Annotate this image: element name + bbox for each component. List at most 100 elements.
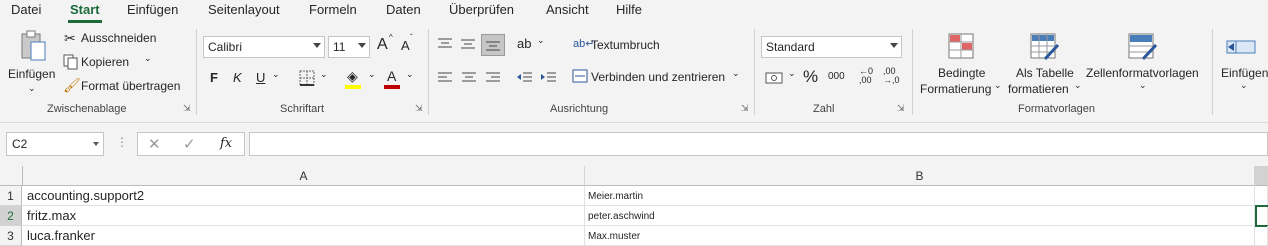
conditional-formatting-label-2: Formatierung [920, 82, 992, 96]
cell-a3[interactable]: luca.franker [22, 226, 585, 246]
column-header-b[interactable]: B [585, 166, 1255, 186]
enter-icon[interactable]: ✓ [183, 135, 196, 153]
font-name-value: Calibri [208, 40, 243, 54]
grow-font-button[interactable]: A [377, 36, 388, 54]
copy-button[interactable]: Kopieren ⌄ [62, 53, 162, 71]
paste-dropdown-icon: ⌄ [28, 83, 36, 93]
cell-c1[interactable] [1255, 186, 1268, 206]
column-header-a[interactable]: A [23, 166, 585, 186]
number-format-select[interactable]: Standard [761, 36, 902, 58]
format-as-table-label-2: formatieren [1008, 82, 1069, 96]
row-header[interactable]: 3 [0, 226, 22, 246]
cell-a1[interactable]: accounting.support2 [22, 186, 585, 206]
merge-center-icon [572, 69, 588, 83]
tab-start[interactable]: Start [70, 2, 100, 17]
paste-label: Einfügen [8, 67, 56, 81]
orientation-icon[interactable]: ab [517, 36, 531, 51]
align-top-icon[interactable] [437, 37, 453, 51]
name-box-value: C2 [12, 137, 28, 151]
increase-decimal-icon[interactable]: ←0,00 [859, 67, 873, 85]
cell-b3[interactable]: Max.muster [585, 226, 1255, 246]
percent-button[interactable]: % [803, 67, 818, 87]
insert-cells-label: Einfügen [1221, 66, 1268, 80]
merge-center-button[interactable]: Verbinden und zentrieren ⌄ [572, 68, 744, 86]
alignment-launcher-icon[interactable]: ⇲ [741, 103, 749, 114]
cell-b1[interactable]: Meier.martin [585, 186, 1255, 206]
borders-icon[interactable] [299, 70, 315, 86]
underline-button[interactable]: U [256, 70, 265, 85]
select-all-corner[interactable] [0, 166, 23, 186]
decrease-indent-icon[interactable] [517, 71, 533, 85]
chevron-down-icon [93, 142, 99, 146]
bold-button[interactable]: F [210, 70, 218, 85]
align-bottom-button[interactable] [481, 34, 505, 56]
column-header-c[interactable] [1255, 166, 1268, 186]
formula-input[interactable] [249, 132, 1268, 156]
font-launcher-icon[interactable]: ⇲ [415, 103, 423, 114]
tab-hilfe[interactable]: Hilfe [616, 2, 642, 17]
tab-ansicht[interactable]: Ansicht [546, 2, 589, 17]
name-box[interactable]: C2 [6, 132, 104, 156]
font-color-bar [384, 85, 400, 89]
tab-datei[interactable]: Datei [11, 2, 41, 17]
fill-color-icon[interactable]: ◈ [347, 68, 358, 85]
cell-b2[interactable]: peter.aschwind [585, 206, 1255, 226]
cancel-icon[interactable]: ✕ [148, 135, 161, 153]
insert-cells-button[interactable]: Einfügen ⌄ [1216, 31, 1268, 101]
group-divider [1212, 29, 1213, 115]
copy-dropdown-icon: ⌄ [144, 53, 152, 63]
menu-bar: Datei Start Einfügen Seitenlayout Formel… [0, 0, 1268, 23]
row-header[interactable]: 1 [0, 186, 22, 206]
cell-c3[interactable] [1255, 226, 1268, 246]
row-header[interactable]: 2 [0, 206, 22, 226]
chevron-down-icon: ⌄ [1240, 80, 1248, 90]
format-painter-button[interactable]: 🖌 Format übertragen [62, 77, 184, 95]
align-right-icon[interactable] [485, 71, 501, 85]
underline-dropdown-icon: ⌄ [272, 69, 280, 79]
accounting-dropdown-icon: ⌄ [788, 68, 796, 78]
copy-label: Kopieren [81, 55, 130, 69]
format-as-table-button[interactable]: Als Tabelle formatieren ⌄ [1006, 31, 1084, 101]
font-color-button[interactable]: A [387, 68, 396, 84]
clipboard-launcher-icon[interactable]: ⇲ [183, 103, 191, 114]
group-divider [912, 29, 913, 115]
cell-styles-button[interactable]: Zellenformatvorlagen ⌄ [1084, 31, 1204, 101]
chevron-down-icon [358, 43, 366, 48]
format-as-table-icon [1030, 33, 1060, 61]
paste-button[interactable]: Einfügen ⌄ [6, 27, 58, 97]
number-launcher-icon[interactable]: ⇲ [897, 103, 905, 114]
align-middle-icon[interactable] [460, 37, 476, 51]
shrink-font-button[interactable]: A [401, 38, 410, 53]
font-name-select[interactable]: Calibri [203, 36, 325, 58]
cell-a2[interactable]: fritz.max [22, 206, 585, 226]
thousands-button[interactable]: 000 [828, 71, 845, 82]
font-size-select[interactable]: 11 [328, 36, 370, 58]
accounting-format-icon[interactable] [765, 71, 783, 85]
align-left-icon[interactable] [437, 71, 453, 85]
font-size-value: 11 [333, 40, 346, 54]
tab-ueberpruefen[interactable]: Überprüfen [449, 2, 514, 17]
group-divider [428, 29, 429, 115]
shrink-arrow-icon: ˇ [410, 33, 413, 42]
merge-dropdown-icon: ⌄ [732, 68, 740, 78]
insert-function-icon[interactable]: fx [220, 136, 232, 151]
cut-button[interactable]: ✂ Ausschneiden [62, 29, 162, 47]
increase-indent-icon[interactable] [541, 71, 557, 85]
tab-daten[interactable]: Daten [386, 2, 421, 17]
more-options-icon[interactable]: ⋮ [116, 135, 128, 149]
spreadsheet-grid: A B 1 accounting.support2 Meier.martin 2… [0, 166, 1268, 246]
orientation-dropdown-icon: ⌄ [537, 35, 545, 45]
conditional-formatting-button[interactable]: Bedingte Formatierung ⌄ [918, 31, 1004, 101]
borders-dropdown-icon: ⌄ [320, 69, 328, 79]
font-group-label: Schriftart [280, 103, 325, 115]
conditional-formatting-label-1: Bedingte [938, 66, 986, 80]
italic-button[interactable]: K [233, 70, 242, 85]
insert-cells-icon [1226, 40, 1256, 54]
number-format-value: Standard [766, 40, 815, 54]
wrap-text-button[interactable]: ab↵ Textumbruch [572, 36, 672, 54]
align-center-icon[interactable] [461, 71, 477, 85]
tab-einfuegen[interactable]: Einfügen [127, 2, 178, 17]
tab-seitenlayout[interactable]: Seitenlayout [208, 2, 280, 17]
decrease-decimal-icon[interactable]: ,00 →,0 [883, 67, 900, 85]
tab-formeln[interactable]: Formeln [309, 2, 357, 17]
